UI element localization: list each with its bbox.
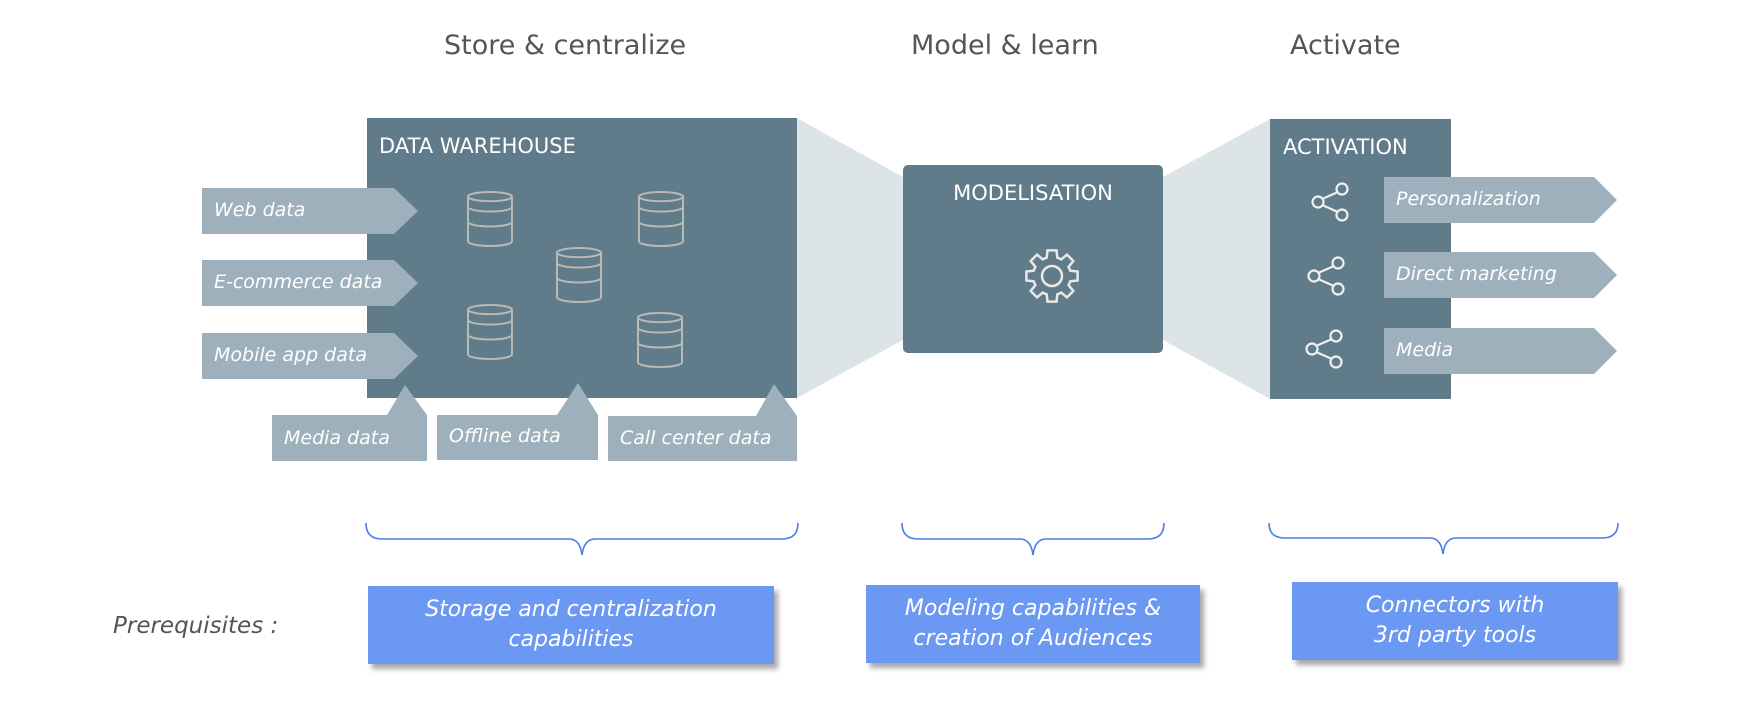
prerequisite-connectors: Connectors with 3rd party tools	[1292, 582, 1618, 660]
prerequisite-line: Storage and centralization	[425, 597, 717, 622]
brace-model	[901, 522, 1165, 556]
prerequisite-line: capabilities	[508, 627, 634, 652]
prerequisite-line: Modeling capabilities &	[904, 596, 1162, 621]
brace-store	[365, 522, 799, 556]
prerequisite-modeling: Modeling capabilities & creation of Audi…	[866, 585, 1200, 663]
brace-activate	[1268, 522, 1619, 555]
prerequisite-line: 3rd party tools	[1373, 623, 1537, 648]
prerequisite-storage: Storage and centralization capabilities	[368, 586, 774, 664]
prerequisites-label: Prerequisites :	[113, 613, 279, 639]
prerequisite-line: creation of Audiences	[913, 626, 1153, 651]
prerequisite-line: Connectors with	[1365, 593, 1545, 618]
